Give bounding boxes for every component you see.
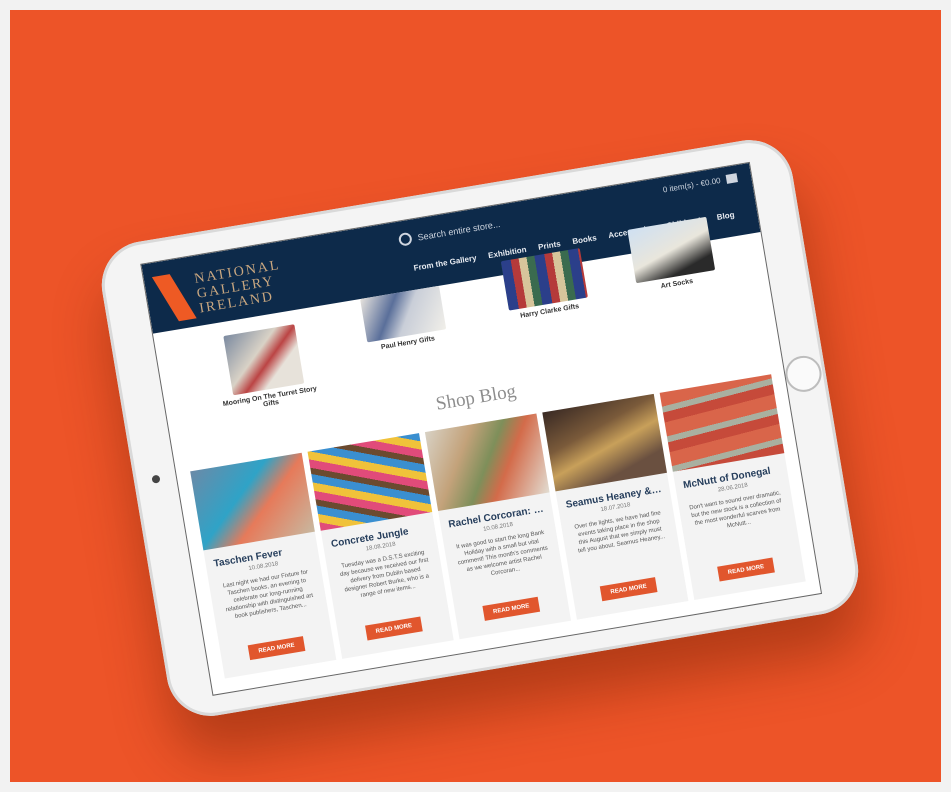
logo-slash-icon [151,274,197,322]
gift-image[interactable] [223,324,305,396]
cart-text: 0 item(s) - €0.00 [662,175,722,195]
gift-category-turret[interactable]: Mooring On The Turret Story Gifts [205,321,326,416]
search-bar[interactable]: Search entire store... [397,217,501,247]
cart-icon[interactable] [725,173,738,184]
search-icon [397,231,413,247]
home-button[interactable] [782,353,825,395]
nav-blog[interactable]: Blog [716,210,735,222]
tablet-device: NATIONAL GALLERY IRELAND Search entire s… [95,133,865,723]
read-more-button[interactable]: READ MORE [482,596,541,621]
nav-prints[interactable]: Prints [538,239,562,252]
nav-books[interactable]: Books [572,233,598,246]
read-more-button[interactable]: READ MORE [599,577,658,602]
orange-background: NATIONAL GALLERY IRELAND Search entire s… [10,10,941,782]
read-more-button[interactable]: READ MORE [365,616,423,641]
gift-image[interactable] [627,216,716,284]
read-more-button[interactable]: READ MORE [247,636,306,661]
tablet-screen: NATIONAL GALLERY IRELAND Search entire s… [140,161,823,696]
search-input[interactable]: Search entire store... [417,218,501,242]
read-more-button[interactable]: READ MORE [717,557,775,582]
cart-summary[interactable]: 0 item(s) - €0.00 [662,173,738,194]
camera-icon [151,474,161,484]
nav-from-gallery[interactable]: From the Gallery [413,253,477,272]
